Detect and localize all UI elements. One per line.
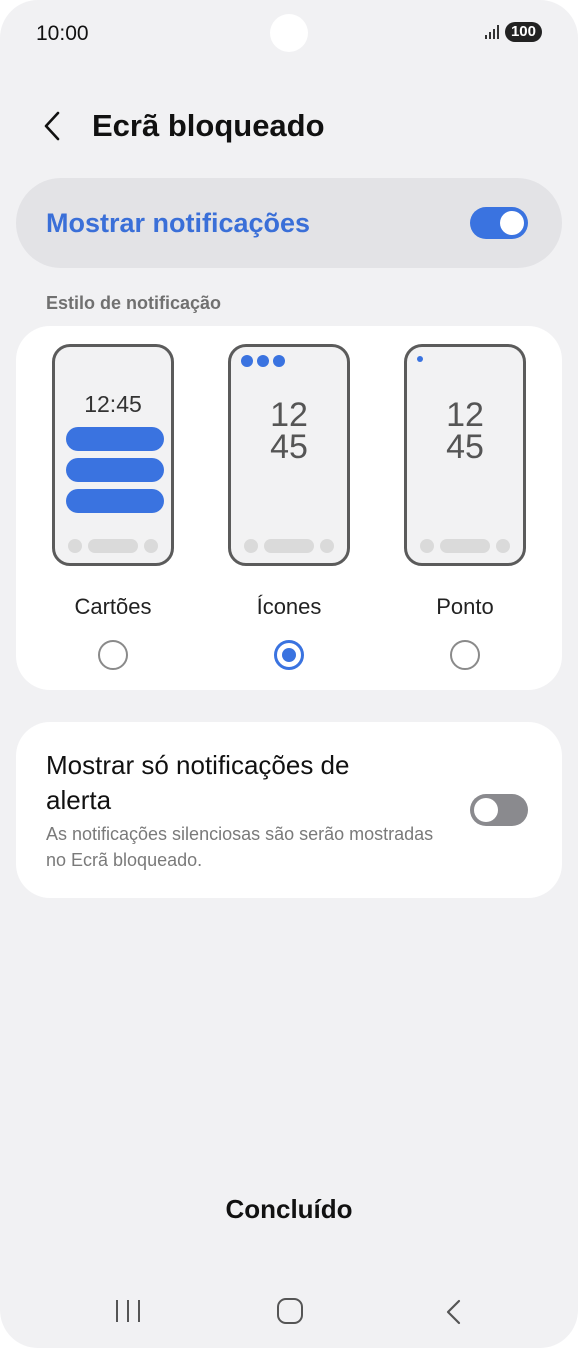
battery-icon: 100 bbox=[504, 22, 542, 42]
phone-preview-icons: 12 45 bbox=[228, 344, 350, 566]
signal-icon bbox=[484, 25, 499, 39]
style-option-icons[interactable]: 12 45 Ícones bbox=[209, 326, 369, 690]
toggle-knob bbox=[474, 798, 498, 822]
notification-card-bar bbox=[66, 458, 164, 482]
style-option-dot[interactable]: 12 45 Ponto bbox=[385, 326, 545, 690]
preview-shortcuts bbox=[231, 539, 347, 553]
chevron-left-icon[interactable] bbox=[42, 108, 66, 144]
preview-hour: 12 bbox=[446, 396, 484, 434]
recent-apps-icon[interactable] bbox=[116, 1300, 140, 1324]
notification-style-label: Estilo de notificação bbox=[46, 293, 222, 313]
page-title: Ecrã bloqueado bbox=[92, 108, 325, 143]
show-notifications-toggle[interactable] bbox=[470, 207, 528, 239]
status-time: 10:00 bbox=[36, 22, 89, 45]
preview-clock: 12 45 bbox=[231, 396, 347, 466]
screen: 10:00 100 Ecrã bloqueado Mostrar notific… bbox=[0, 0, 578, 1348]
camera-cutout bbox=[270, 14, 308, 52]
notification-style-card: 12:45 Cartões 12 45 Ícones 12 45 Ponto bbox=[16, 326, 562, 690]
toggle-knob bbox=[500, 211, 524, 235]
phone-preview-dot: 12 45 bbox=[404, 344, 526, 566]
alert-only-row[interactable]: Mostrar só notificações de alerta As not… bbox=[16, 722, 562, 898]
radio-cards[interactable] bbox=[98, 640, 128, 670]
navigation-bar bbox=[0, 1290, 578, 1334]
style-label-cards: Cartões bbox=[74, 594, 152, 619]
alert-only-toggle[interactable] bbox=[470, 794, 528, 826]
header: Ecrã bloqueado bbox=[42, 108, 325, 144]
home-icon[interactable] bbox=[277, 1298, 303, 1324]
show-notifications-label: Mostrar notificações bbox=[46, 207, 311, 238]
style-label-dot: Ponto bbox=[436, 594, 494, 619]
style-label-icons: Ícones bbox=[256, 594, 322, 619]
preview-minute: 45 bbox=[270, 428, 308, 466]
alert-only-description: As notificações silenciosas são serão mo… bbox=[46, 824, 434, 870]
notification-card-bar bbox=[66, 489, 164, 513]
preview-time: 12:45 bbox=[84, 391, 142, 417]
notification-card-bar bbox=[66, 427, 164, 451]
preview-clock: 12 45 bbox=[407, 396, 523, 466]
alert-only-title: Mostrar só notificações de alerta bbox=[46, 750, 350, 815]
done-button[interactable]: Concluído bbox=[0, 1194, 578, 1225]
style-option-cards[interactable]: 12:45 Cartões bbox=[33, 326, 193, 690]
preview-minute: 45 bbox=[446, 428, 484, 466]
radio-icons[interactable] bbox=[274, 640, 304, 670]
status-icons: 100 bbox=[484, 22, 542, 42]
notification-dot bbox=[417, 356, 423, 362]
show-notifications-row[interactable]: Mostrar notificações bbox=[16, 178, 562, 268]
radio-dot[interactable] bbox=[450, 640, 480, 670]
preview-shortcuts bbox=[55, 539, 171, 553]
preview-hour: 12 bbox=[270, 396, 308, 434]
back-icon[interactable] bbox=[442, 1298, 466, 1326]
preview-shortcuts bbox=[407, 539, 523, 553]
notification-icon-dots bbox=[241, 355, 285, 367]
phone-preview-cards: 12:45 bbox=[52, 344, 174, 566]
